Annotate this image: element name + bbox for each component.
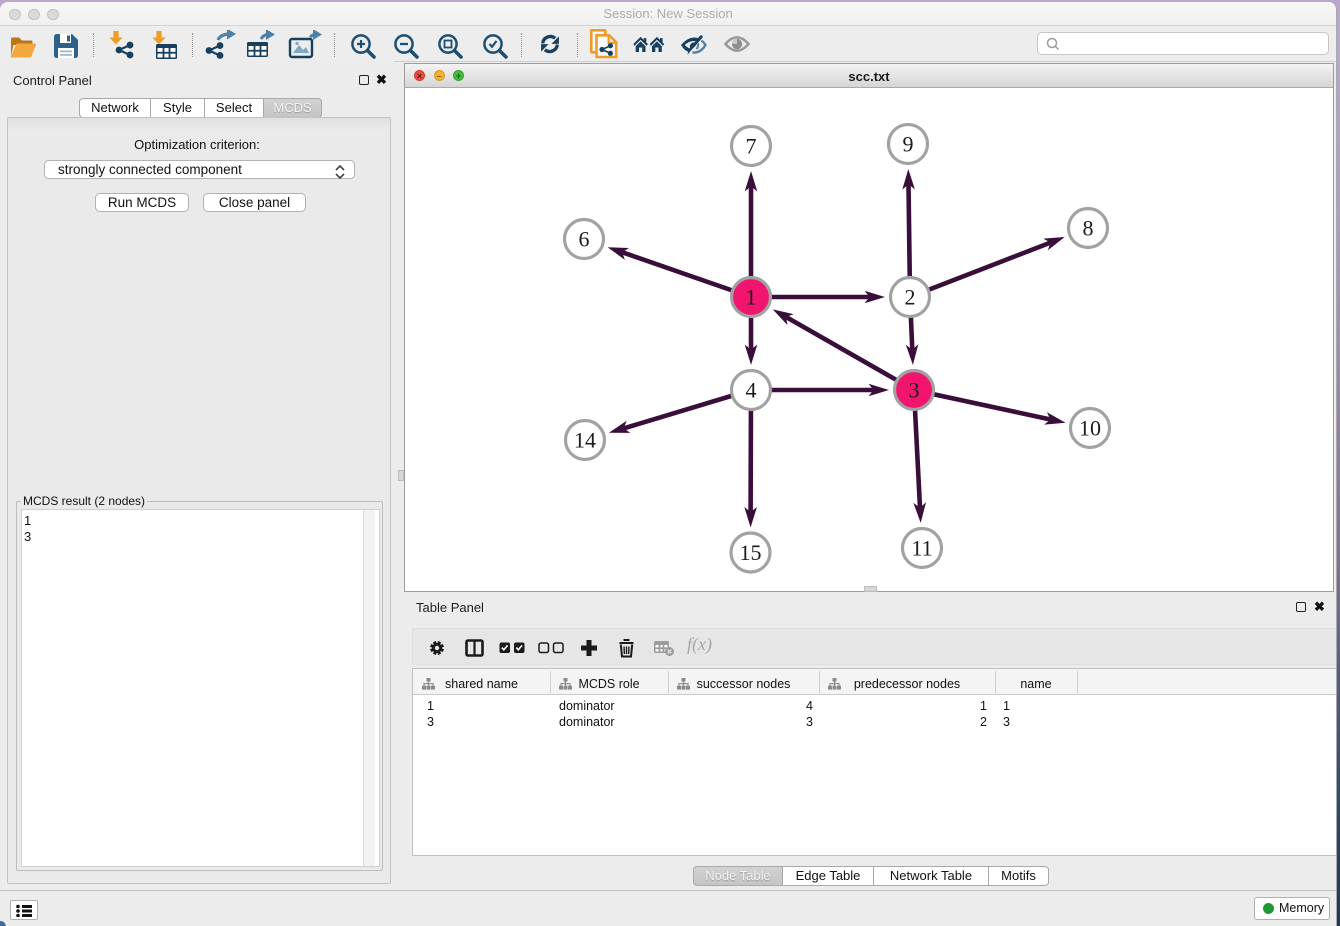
svg-text:1: 1	[746, 285, 757, 310]
svg-text:3: 3	[909, 378, 920, 403]
svg-text:11: 11	[911, 536, 932, 561]
svg-text:6: 6	[579, 227, 590, 252]
svg-text:14: 14	[574, 428, 596, 453]
svg-text:15: 15	[740, 540, 762, 565]
svg-text:9: 9	[903, 132, 914, 157]
svg-text:4: 4	[746, 378, 757, 403]
svg-text:2: 2	[905, 285, 916, 310]
svg-text:8: 8	[1083, 216, 1094, 241]
svg-text:7: 7	[746, 134, 757, 159]
svg-text:10: 10	[1079, 416, 1101, 441]
